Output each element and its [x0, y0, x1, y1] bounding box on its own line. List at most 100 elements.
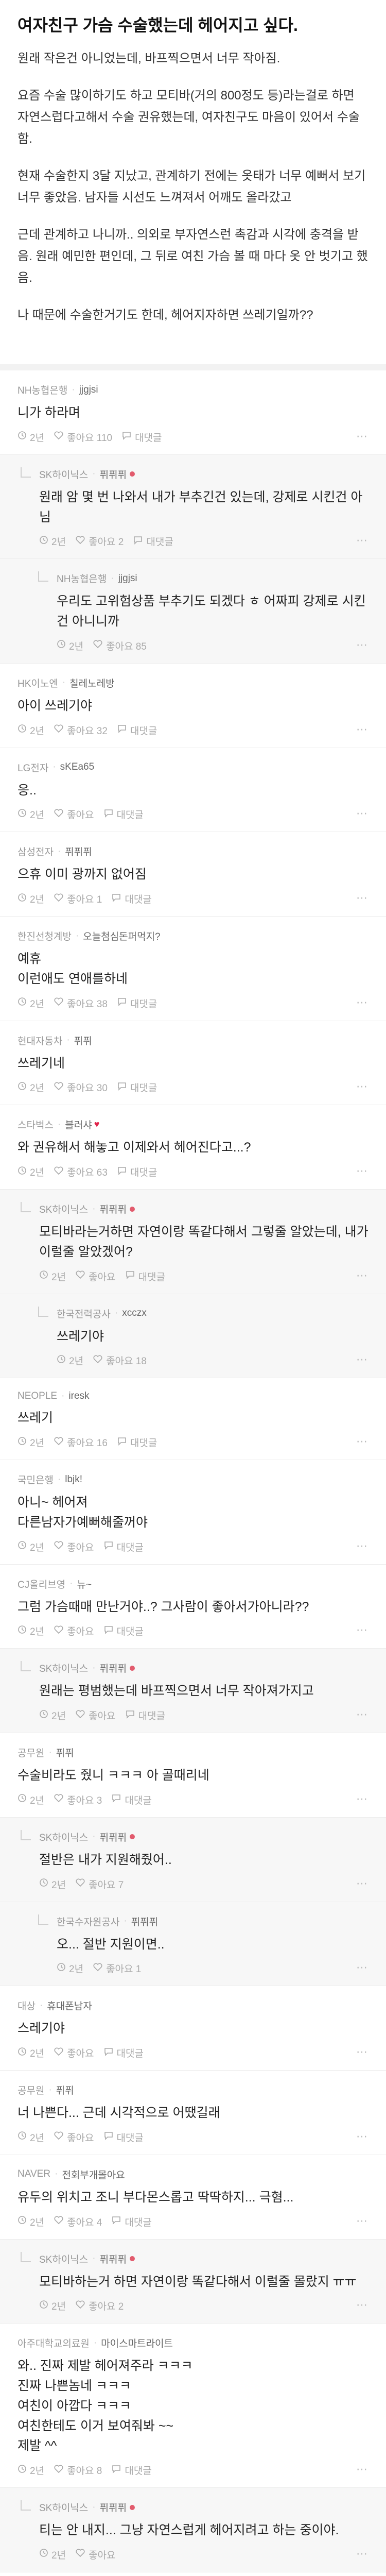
more-options-icon[interactable]: ⋯	[356, 2547, 369, 2561]
more-options-icon[interactable]: ⋯	[356, 1623, 369, 1637]
like-button[interactable]: 좋아요 8	[54, 2463, 102, 2477]
reply-button[interactable]: 대댓글	[125, 1708, 165, 1722]
like-button[interactable]: 좋아요 2	[75, 534, 124, 548]
more-options-icon[interactable]: ⋯	[356, 2214, 369, 2228]
like-button[interactable]: 좋아요 110	[54, 430, 112, 444]
comment-nickname[interactable]: 블러샤	[65, 1117, 92, 1131]
comment-nickname[interactable]: 오늘첨심돈퍼먹지?	[83, 929, 160, 943]
comment-nickname[interactable]: 퓌퓌	[74, 1033, 92, 1047]
like-button[interactable]: 좋아요	[54, 1624, 94, 1638]
more-options-icon[interactable]: ⋯	[356, 996, 369, 1009]
comment-time-label: 2년	[51, 1272, 66, 1283]
comment-nickname[interactable]: 퓌퓌	[56, 1745, 74, 1759]
reply-button[interactable]: 대댓글	[117, 1080, 157, 1094]
like-button[interactable]: 좋아요 38	[54, 996, 108, 1010]
like-button[interactable]: 좋아요	[54, 2130, 94, 2144]
comment-actions: 2년 좋아요 38 대댓글	[17, 996, 369, 1010]
like-button[interactable]: 좋아요	[54, 807, 94, 821]
reply-button[interactable]: 대댓글	[121, 430, 162, 444]
like-button[interactable]: 좋아요 4	[54, 2215, 102, 2229]
more-options-icon[interactable]: ⋯	[356, 638, 369, 652]
more-options-icon[interactable]: ⋯	[356, 2130, 369, 2143]
comment-nickname[interactable]: 퓌퓌	[56, 2083, 74, 2097]
like-button[interactable]: 좋아요 1	[54, 892, 102, 906]
comment-nickname[interactable]: 퓌퓌퓌	[100, 1661, 127, 1675]
more-options-icon[interactable]: ⋯	[356, 2298, 369, 2312]
more-options-icon[interactable]: ⋯	[356, 1080, 369, 1093]
more-options-icon[interactable]: ⋯	[356, 1539, 369, 1553]
more-options-icon[interactable]: ⋯	[356, 1435, 369, 1448]
comment-nickname[interactable]: lbjk!	[65, 1474, 82, 1485]
comment-meta: HK이노엔 · 칠레노레방	[17, 676, 369, 690]
like-button[interactable]: 좋아요 3	[54, 1793, 102, 1807]
more-options-icon[interactable]: ⋯	[356, 723, 369, 736]
comment-time-label: 2년	[30, 432, 45, 444]
comment-nickname[interactable]: 휴대폰남자	[47, 1998, 92, 2012]
reply-button[interactable]: 대댓글	[103, 2130, 144, 2144]
reply-button[interactable]: 대댓글	[117, 723, 157, 737]
reply-button[interactable]: 대댓글	[111, 892, 152, 906]
comment-nickname[interactable]: 퓌퓌퓌	[100, 2252, 127, 2266]
more-options-icon[interactable]: ⋯	[356, 1164, 369, 1178]
comment-actions: 2년 좋아요 대댓글	[17, 1540, 369, 1554]
reply-button[interactable]: 대댓글	[103, 1624, 144, 1638]
like-button[interactable]: 좋아요 7	[75, 1877, 124, 1891]
like-button[interactable]: 좋아요	[54, 2046, 94, 2060]
comment-nickname[interactable]: 퓌퓌퓌	[100, 467, 127, 481]
like-button[interactable]: 좋아요 1	[93, 1961, 141, 1975]
more-options-icon[interactable]: ⋯	[356, 1961, 369, 1974]
comment-nickname[interactable]: jjgjsi	[79, 384, 98, 396]
reply-button[interactable]: 대댓글	[103, 2046, 144, 2060]
reply-button[interactable]: 대댓글	[133, 534, 173, 548]
comment-nickname[interactable]: 마이스마트라이트	[101, 2336, 173, 2350]
reply-button[interactable]: 대댓글	[125, 1269, 165, 1283]
like-button[interactable]: 좋아요 30	[54, 1080, 108, 1094]
like-button[interactable]: 좋아요	[75, 1708, 116, 1722]
like-button[interactable]: 좋아요 18	[93, 1353, 147, 1367]
comment-nickname[interactable]: 칠레노레방	[69, 676, 114, 690]
like-button[interactable]: 좋아요 16	[54, 1435, 108, 1449]
comment-nickname[interactable]: sKEa65	[60, 761, 95, 773]
more-options-icon[interactable]: ⋯	[356, 1708, 369, 1721]
like-button[interactable]: 좋아요 85	[93, 639, 147, 653]
more-options-icon[interactable]: ⋯	[356, 2045, 369, 2059]
more-options-icon[interactable]: ⋯	[356, 1792, 369, 1806]
comment-nickname[interactable]: 퓌퓌퓌	[131, 1914, 158, 1928]
reply-button[interactable]: 대댓글	[103, 1540, 144, 1554]
more-options-icon[interactable]: ⋯	[356, 2463, 369, 2476]
reply-button[interactable]: 대댓글	[111, 2463, 152, 2477]
comment-nickname[interactable]: 퓌퓌퓌	[100, 1202, 127, 1216]
more-options-icon[interactable]: ⋯	[356, 1353, 369, 1366]
reply-icon	[121, 431, 135, 443]
like-button[interactable]: 좋아요	[54, 1540, 94, 1554]
comment-nickname[interactable]: 퓌퓌퓌	[100, 2500, 127, 2514]
reply-button[interactable]: 대댓글	[111, 2215, 152, 2229]
reply-icon	[103, 2131, 117, 2143]
comment-nickname[interactable]: iresk	[68, 1391, 89, 1402]
like-button[interactable]: 좋아요 63	[54, 1165, 108, 1179]
more-options-icon[interactable]: ⋯	[356, 430, 369, 443]
reply-button[interactable]: 대댓글	[117, 996, 157, 1010]
more-options-icon[interactable]: ⋯	[356, 534, 369, 547]
reply-button[interactable]: 대댓글	[103, 807, 144, 821]
like-button[interactable]: 좋아요	[75, 1269, 116, 1283]
comment-company: NAVER	[17, 2168, 51, 2180]
like-button[interactable]: 좋아요 2	[75, 2299, 124, 2313]
comment-nickname[interactable]: 뉴~	[77, 1577, 92, 1591]
like-button[interactable]: 좋아요	[75, 2548, 116, 2562]
comment-nickname[interactable]: xcczx	[122, 1308, 147, 1319]
more-options-icon[interactable]: ⋯	[356, 1877, 369, 1890]
more-options-icon[interactable]: ⋯	[356, 891, 369, 905]
comment-nickname[interactable]: 퓌퓌퓌	[100, 1830, 127, 1844]
comment-nickname[interactable]: jjgjsi	[118, 573, 137, 584]
comment-nickname[interactable]: 전회부개몰아요	[62, 2167, 125, 2181]
reply-button[interactable]: 대댓글	[111, 1793, 152, 1807]
like-button[interactable]: 좋아요 32	[54, 723, 108, 737]
comment-nickname[interactable]: 퓌퓌퓌	[65, 844, 92, 858]
reply-button[interactable]: 대댓글	[117, 1435, 157, 1449]
more-options-icon[interactable]: ⋯	[356, 1269, 369, 1282]
comment-actions: 2년 좋아요 110 대댓글	[17, 430, 369, 444]
more-options-icon[interactable]: ⋯	[356, 807, 369, 820]
reply-label: 대댓글	[130, 725, 157, 737]
reply-button[interactable]: 대댓글	[117, 1165, 157, 1179]
